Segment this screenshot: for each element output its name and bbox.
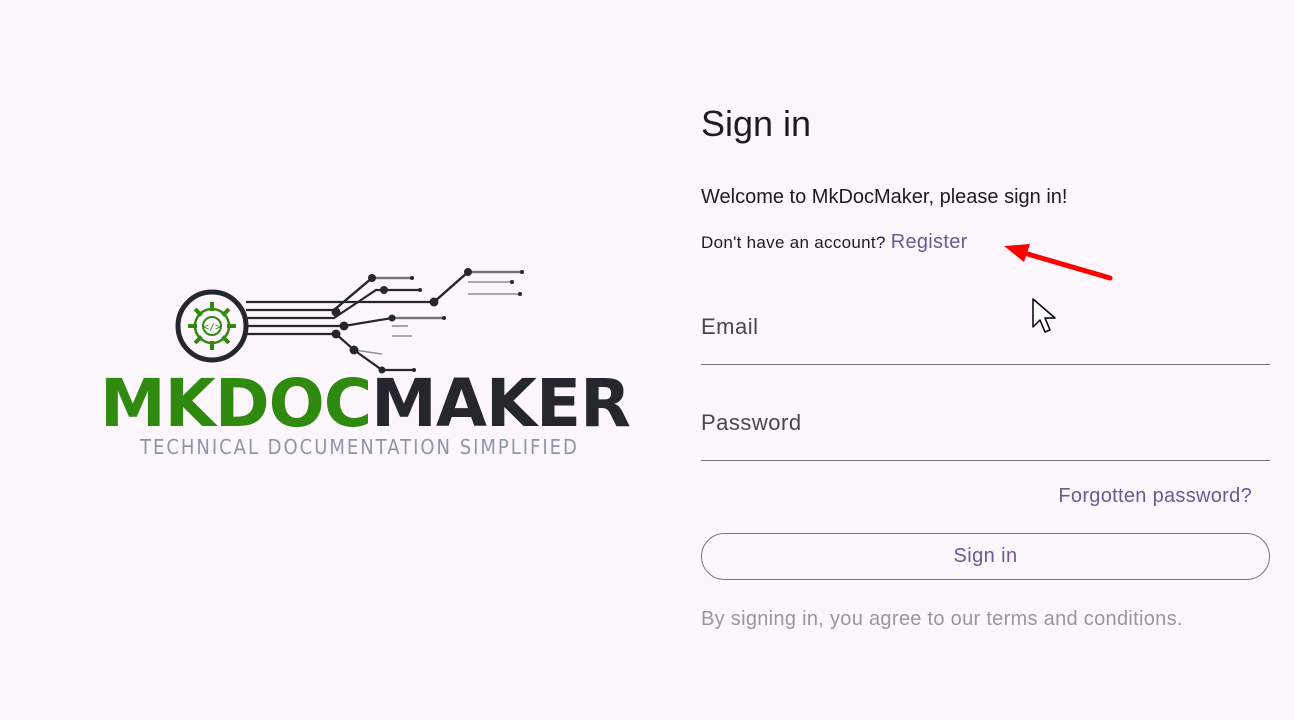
terms-text: By signing in, you agree to our terms an…: [701, 608, 1183, 630]
sign-in-form: Sign in Welcome to MkDocMaker, please si…: [701, 100, 1270, 630]
logo-word-part2: MAKER: [371, 365, 631, 442]
password-field[interactable]: Password: [701, 396, 1270, 461]
page-title: Sign in: [701, 103, 812, 144]
welcome-text: Welcome to MkDocMaker, please sign in!: [701, 186, 1068, 208]
logo-tagline: TECHNICAL DOCUMENTATION SIMPLIFIED: [140, 435, 579, 459]
svg-text:</>: </>: [203, 322, 221, 333]
sign-in-button[interactable]: Sign in: [701, 533, 1270, 580]
forgot-password-link[interactable]: Forgotten password?: [1058, 485, 1252, 508]
email-label: Email: [701, 314, 759, 339]
password-label: Password: [701, 410, 802, 435]
register-prompt: Don't have an account? Register: [701, 231, 968, 254]
sign-in-page: </> MKDOCMAKER TECHNICAL DOCUMENTATION S…: [0, 0, 1294, 720]
red-arrow-annotation: [1004, 244, 1113, 281]
gear-code-icon: </>: [188, 302, 236, 350]
mkdocmaker-logo: </> MKDOCMAKER TECHNICAL DOCUMENTATION S…: [96, 262, 631, 472]
no-account-text: Don't have an account?: [701, 233, 891, 252]
logo-wordmark: MKDOCMAKER: [100, 365, 631, 442]
register-link[interactable]: Register: [891, 231, 968, 253]
email-field[interactable]: Email: [701, 300, 1270, 365]
mouse-pointer-icon: [1032, 298, 1056, 333]
logo-word-part1: MKDOC: [100, 365, 372, 442]
